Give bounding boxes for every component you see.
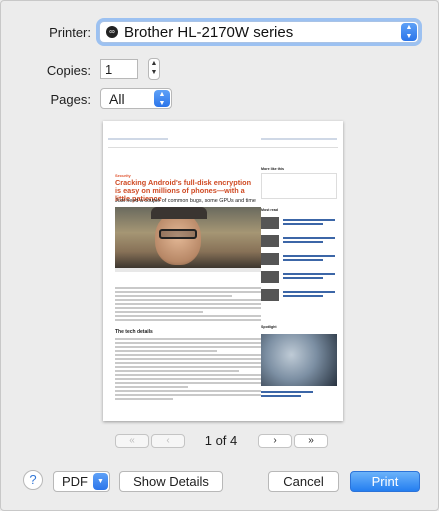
preview-sidebar-heading: Most read bbox=[261, 208, 278, 212]
copies-label: Copies: bbox=[46, 63, 91, 78]
printer-status-icon: ∞ bbox=[106, 26, 118, 38]
last-page-button[interactable]: » bbox=[294, 434, 328, 448]
preview-sidebar-item bbox=[261, 217, 337, 231]
cancel-button[interactable]: Cancel bbox=[268, 471, 339, 492]
preview-header-links bbox=[108, 138, 168, 140]
preview-sidebar-item bbox=[261, 389, 337, 403]
printer-value: Brother HL-2170W series bbox=[124, 24, 294, 41]
stepper-down-icon[interactable]: ▼ bbox=[149, 68, 159, 77]
preview-sidebar-item bbox=[261, 253, 337, 267]
print-preview-page: Security Cracking Android's full-disk en… bbox=[103, 121, 343, 421]
preview-body-text bbox=[115, 338, 261, 402]
show-details-button[interactable]: Show Details bbox=[119, 471, 223, 492]
preview-sidebar-box bbox=[261, 173, 337, 199]
preview-article-subtitle: Just need a couple of common bugs, some … bbox=[115, 198, 256, 204]
page-indicator: 1 of 4 bbox=[204, 433, 238, 448]
first-page-button[interactable]: « bbox=[115, 434, 149, 448]
stepper-up-icon[interactable]: ▲ bbox=[149, 59, 159, 68]
preview-spotlight-image bbox=[261, 334, 337, 386]
preview-nav-bar bbox=[115, 268, 261, 272]
updown-chevron-icon: ▲ ▼ bbox=[154, 90, 170, 107]
next-page-button[interactable]: › bbox=[258, 434, 292, 448]
pages-label: Pages: bbox=[50, 92, 91, 107]
photo-glasses bbox=[159, 229, 197, 239]
printer-label: Printer: bbox=[49, 25, 91, 40]
preview-section-heading: The tech details bbox=[115, 329, 153, 335]
photo-face bbox=[155, 213, 201, 265]
pages-popup[interactable]: All ▲ ▼ bbox=[100, 88, 172, 109]
preview-rule bbox=[108, 147, 338, 148]
print-dialog: Printer: ∞ Brother HL-2170W series ▲ ▼ Co… bbox=[0, 0, 439, 511]
preview-article-photo bbox=[115, 207, 261, 271]
preview-sidebar-heading: More like this bbox=[261, 167, 284, 171]
preview-sidebar-item bbox=[261, 271, 337, 285]
preview-body-text bbox=[115, 287, 261, 323]
preview-header-links bbox=[261, 138, 337, 140]
preview-sidebar-item bbox=[261, 289, 337, 303]
previous-page-button[interactable]: ‹ bbox=[151, 434, 185, 448]
copies-stepper[interactable]: ▲ ▼ bbox=[148, 58, 160, 80]
photo-hat bbox=[151, 207, 207, 219]
preview-sidebar-item bbox=[261, 235, 337, 249]
updown-chevron-icon: ▲ ▼ bbox=[401, 23, 417, 41]
help-button[interactable]: ? bbox=[23, 470, 43, 490]
pages-value: All bbox=[109, 91, 125, 107]
chevron-down-icon[interactable]: ▼ bbox=[93, 473, 108, 490]
preview-sidebar-heading: Spotlight bbox=[261, 325, 277, 329]
printer-popup[interactable]: ∞ Brother HL-2170W series ▲ ▼ bbox=[99, 21, 419, 43]
pdf-label: PDF bbox=[62, 474, 88, 489]
copies-field[interactable]: 1 bbox=[100, 59, 138, 79]
print-button[interactable]: Print bbox=[350, 471, 420, 492]
pdf-menu-button[interactable]: PDF ▼ bbox=[53, 471, 110, 492]
